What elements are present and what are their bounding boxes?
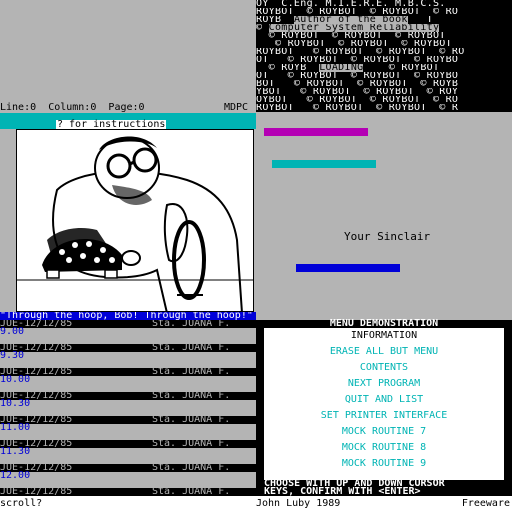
schedule-place: Sta. JUANA F.	[152, 440, 231, 448]
schedule-row[interactable]: JUE-12/12/85 Sta. JUANA F.	[0, 320, 256, 328]
magenta-bar	[264, 128, 368, 136]
schedule-time: 11.30	[0, 447, 256, 464]
banner-line: ROYBOT © ROYBOT © ROYBOT © R	[256, 104, 459, 112]
schedule-time: 12.00	[0, 471, 256, 488]
menu-item[interactable]: MOCK ROUTINE 8	[264, 440, 504, 456]
schedule-time: 11.00	[0, 423, 256, 440]
schedule-row[interactable]: JUE-12/12/85 Sta. JUANA F.	[0, 416, 256, 424]
schedule-row[interactable]: JUE-12/12/85 Sta. JUANA F.	[0, 440, 256, 448]
menu-item[interactable]: ERASE ALL BUT MENU	[264, 344, 504, 360]
page-label: Page:	[108, 102, 139, 113]
banner-line: ROYB Author of the book T	[256, 16, 446, 24]
banner-line: OYBOT © ROYBOT © ROYBOT © RO	[256, 96, 459, 104]
column-value: 0	[90, 102, 97, 113]
cyan-bar	[272, 160, 376, 168]
banner-line: BOT © ROYBOT © ROYBOT © ROYB	[256, 80, 459, 88]
banner-line: © ROYB LOADING © ROYBOT	[256, 64, 446, 72]
schedule-row[interactable]: JUE-12/12/85 Sta. JUANA F.	[0, 344, 256, 352]
column-label: Column:	[48, 102, 91, 113]
schedule-time: 10.00	[0, 375, 256, 392]
banner-line: OY C.Eng. M.I.E.R.E. M.B.C.S.	[256, 0, 459, 8]
your-sinclair-label: Your Sinclair	[344, 230, 431, 243]
scroll-prompt[interactable]: scroll?	[0, 496, 42, 512]
menu-help: CHOOSE WITH UP AND DOWN CURSOR KEYS, CON…	[264, 479, 512, 497]
schedule-row[interactable]: JUE-12/12/85 Sta. JUANA F.	[0, 464, 256, 472]
schedule-time: 10.30	[0, 399, 256, 416]
banner-highlight: LOADING	[319, 64, 364, 72]
mode-indicator: MDPC	[224, 102, 249, 113]
schedule-row[interactable]: JUE-12/12/85 Sta. JUANA F.	[0, 368, 256, 376]
cartoon-illustration	[17, 130, 253, 311]
schedule-row[interactable]: JUE-12/12/85 Sta. JUANA F.	[0, 392, 256, 400]
banner-line: OT © ROYBOT © ROYBOT © ROYBO	[256, 72, 459, 80]
banner-line: © ROYBOT © ROYBOT © ROYBOT	[256, 40, 459, 48]
schedule-place: Sta. JUANA F.	[152, 320, 231, 328]
status-line: Line:0 Column:0 Page:0 MDPC	[0, 103, 256, 113]
menu-item[interactable]: CONTENTS	[264, 360, 504, 376]
cartoon-picture	[16, 129, 254, 312]
banner-line: © ROYBOT © ROYBOT © ROYBOT	[256, 32, 459, 40]
schedule-place: Sta. JUANA F.	[152, 488, 231, 496]
schedule-place: Sta. JUANA F.	[152, 416, 231, 424]
menu-title: MENU DEMONSTRATION	[329, 318, 439, 329]
menu-item[interactable]: MOCK ROUTINE 9	[264, 456, 504, 472]
schedule-list[interactable]: JUE-12/12/85 Sta. JUANA F. 9.00 JUE-12/12/8…	[0, 320, 256, 496]
schedule-time: 9.00	[0, 327, 256, 344]
blue-bar	[296, 264, 400, 272]
roybot-banner: OY C.Eng. M.I.E.R.E. M.B.C.S. ROYBOT © R…	[256, 0, 512, 112]
schedule-place: Sta. JUANA F.	[152, 392, 231, 400]
menu-item[interactable]: MOCK ROUTINE 7	[264, 424, 504, 440]
author-credit: John Luby 1989	[256, 498, 341, 509]
line-label: Line:	[0, 102, 31, 113]
menu-item[interactable]: INFORMATION	[264, 328, 504, 344]
banner-line: YBOT © ROYBOT © ROYBOT © ROY	[256, 88, 459, 96]
menu-demonstration: MENU DEMONSTRATION INFORMATION ERASE ALL …	[256, 318, 512, 497]
instructions-hint[interactable]: ? for instructions	[56, 120, 167, 130]
license-label: Freeware	[461, 498, 510, 509]
menu-item[interactable]: SET PRINTER INTERFACE	[264, 408, 504, 424]
schedule-date: JUE-12/12/85	[0, 488, 73, 496]
banner-highlight: Author of the book	[293, 16, 408, 24]
schedule-place: Sta. JUANA F.	[152, 368, 231, 376]
banner-line: ROYBOT © ROYBOT © ROYBOT © RO	[256, 8, 459, 16]
schedule-place: Sta. JUANA F.	[152, 464, 231, 472]
menu-item[interactable]: NEXT PROGRAM	[264, 376, 504, 392]
menu-item[interactable]: QUIT AND LIST	[264, 392, 504, 408]
schedule-place: Sta. JUANA F.	[152, 344, 231, 352]
picture-caption: "Through the hoop, Bob! Through the hoop…	[0, 312, 256, 320]
banner-line: ROYBOT © ROYBOT © ROYBOT © RO	[256, 48, 465, 56]
bottom-bar: scroll? John Luby 1989 Freeware	[0, 496, 512, 512]
schedule-time: 9.30	[0, 351, 256, 368]
line-value: 0	[30, 102, 37, 113]
banner-highlight: Computer System Reliability	[268, 24, 440, 32]
banner-line: © Computer System Reliability	[256, 24, 440, 32]
banner-line: OT © ROYBOT © ROYBOT © ROYBO	[256, 56, 459, 64]
schedule-row[interactable]: JUE-12/12/85 Sta. JUANA F.	[0, 488, 256, 496]
menu-panel: INFORMATION ERASE ALL BUT MENU CONTENTS NEX…	[264, 328, 504, 480]
page-value: 0	[138, 102, 145, 113]
